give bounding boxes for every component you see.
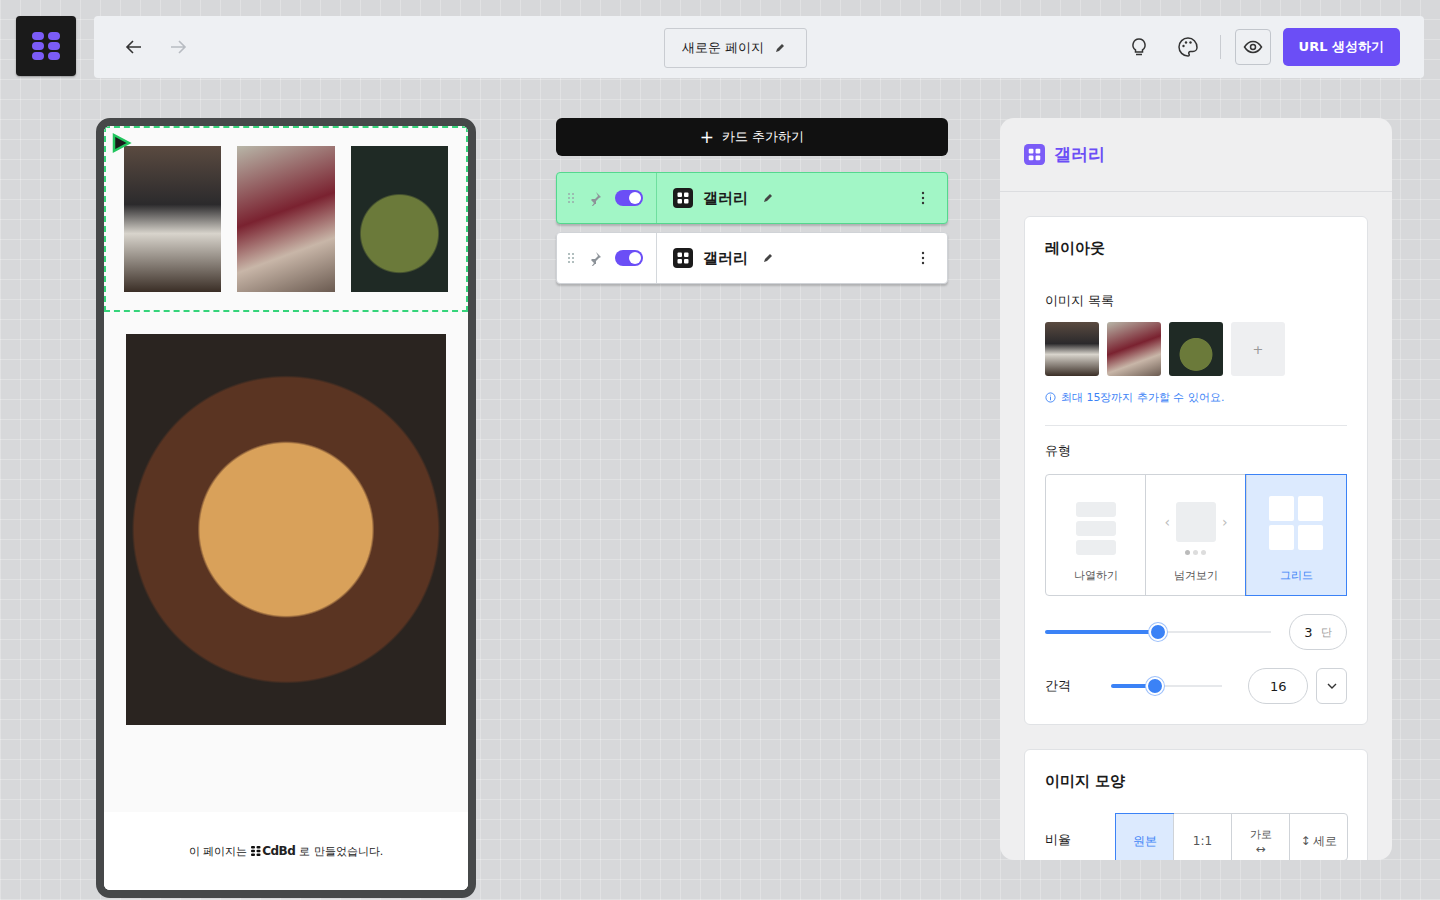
ratio-option[interactable]: ↕세로 [1289,814,1347,860]
gallery-section[interactable] [104,126,468,312]
page-footer: 이 페이지는 CdBd 로 만들었습니다. [104,812,468,890]
type-option[interactable]: 그리드 [1246,475,1346,595]
slide-layout-icon: ‹› [1156,502,1236,558]
columns-slider[interactable] [1045,624,1271,640]
logo[interactable] [16,16,76,76]
pencil-icon [774,42,786,54]
spacing-input[interactable]: 16 [1248,668,1308,704]
forward-button[interactable] [168,36,190,58]
gallery-image[interactable] [351,146,448,292]
chevron-down-icon [1326,680,1338,692]
info-text: 최대 15장까지 추가할 수 있어요. [1045,390,1347,405]
type-option[interactable]: 나열하기 [1046,475,1145,595]
more-icon[interactable] [921,251,925,265]
list-layout-icon [1070,502,1122,558]
arrow-left-icon [124,37,144,57]
add-image-button[interactable]: + [1231,322,1285,376]
info-icon [1045,392,1056,403]
back-button[interactable] [124,36,146,58]
type-selector: 나열하기‹› 넘겨보기 그리드 [1045,474,1347,596]
image-thumbnail[interactable] [1107,322,1161,376]
image-thumbnail[interactable] [1045,322,1099,376]
generate-url-button[interactable]: URL 생성하기 [1283,28,1400,66]
ratio-option[interactable]: 가로↔ [1231,814,1289,860]
phone-preview: 이 페이지는 CdBd 로 만들었습니다. [96,118,476,898]
page-title-button[interactable]: 새로운 페이지 [664,28,807,68]
card-row[interactable]: 갤러리 [556,172,948,224]
top-bar: 새로운 페이지 URL 생성하기 [94,16,1424,78]
gallery-icon [673,188,693,208]
visibility-toggle[interactable] [615,190,643,206]
drag-handle-icon[interactable] [567,252,575,264]
gallery-image[interactable] [124,146,221,292]
gallery-section[interactable] [104,312,468,727]
image-thumbnail[interactable] [1169,322,1223,376]
ratio-option[interactable]: 1:1 [1173,814,1231,860]
image-shape-card: 이미지 모양 비율 원본1:1가로↔↕세로 [1024,749,1368,860]
drag-handle-icon[interactable] [567,192,575,204]
pencil-icon[interactable] [762,252,774,264]
grid-layout-icon [1269,496,1323,550]
settings-panel: 갤러리 레이아웃 이미지 목록 + 최대 15장까지 추가할 수 있어요. 유형… [1000,118,1392,860]
more-icon[interactable] [921,191,925,205]
lightbulb-icon[interactable] [1128,36,1150,58]
selection-marker-icon [110,132,132,154]
pin-icon[interactable] [587,190,603,206]
arrow-right-icon [168,37,188,57]
add-card-button[interactable]: +카드 추가하기 [556,118,948,156]
visibility-toggle[interactable] [615,250,643,266]
layout-card: 레이아웃 이미지 목록 + 최대 15장까지 추가할 수 있어요. 유형 나열하… [1024,216,1368,725]
card-row[interactable]: 갤러리 [556,232,948,284]
columns-input[interactable]: 3단 [1289,614,1347,650]
gallery-image[interactable] [126,334,446,725]
type-option[interactable]: ‹› 넘겨보기 [1145,475,1245,595]
logo-icon [29,29,63,63]
brand-logo[interactable]: CdBd [251,844,295,858]
pencil-icon[interactable] [762,192,774,204]
gallery-icon [673,248,693,268]
spacing-slider[interactable] [1111,678,1222,694]
ratio-option[interactable]: 원본 [1116,814,1173,860]
eye-icon [1243,37,1263,57]
brand-icon [251,846,261,856]
spacing-dropdown[interactable] [1316,668,1347,704]
preview-button[interactable] [1235,29,1271,65]
app-screen: 새로운 페이지 URL 생성하기 이 페이지는 CdBd 로 만들었습니다. +… [0,0,1440,900]
pin-icon[interactable] [587,250,603,266]
gallery-icon [1024,144,1045,165]
gallery-image[interactable] [237,146,334,292]
palette-icon[interactable] [1176,35,1200,59]
